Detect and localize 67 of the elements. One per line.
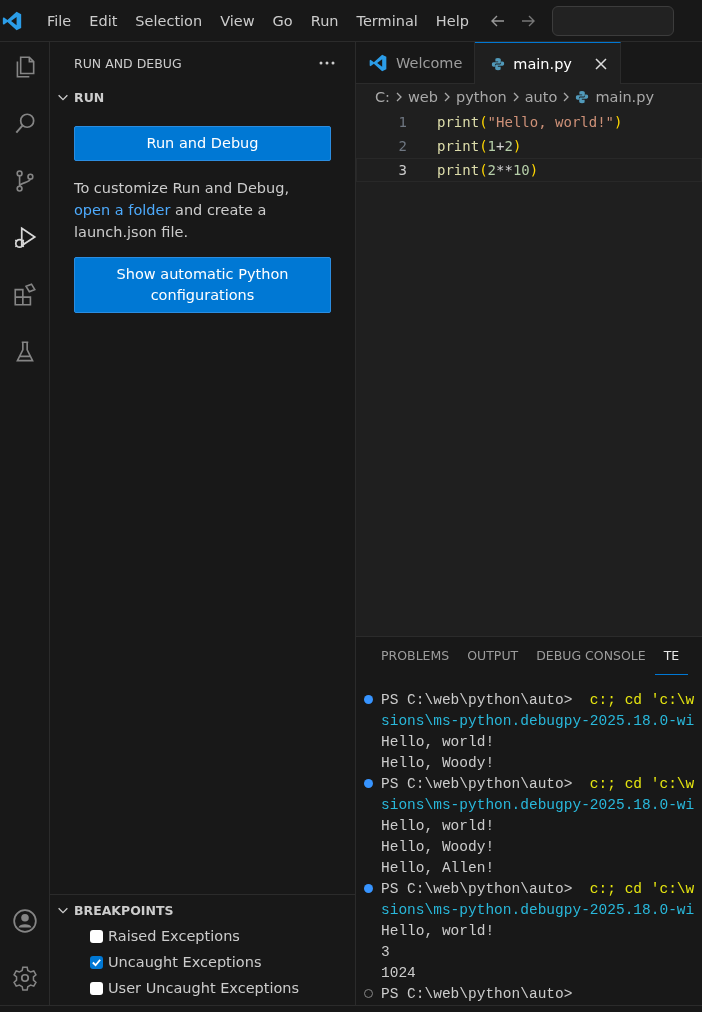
menu-item[interactable]: File <box>38 12 81 29</box>
command-search-field[interactable] <box>551 5 674 36</box>
panel-tab[interactable]: DEBUG CONSOLE <box>527 637 655 675</box>
line-number: 3 <box>397 162 408 178</box>
show-configurations-button[interactable]: Show automatic Python configurations <box>74 257 331 313</box>
close-icon[interactable] <box>593 56 608 71</box>
settings-icon[interactable] <box>11 965 38 991</box>
python-file-icon <box>575 90 590 104</box>
section-title[interactable]: RUN <box>74 89 105 105</box>
breadcrumb[interactable]: python <box>456 89 507 105</box>
terminal-line: Hello, Woody! <box>381 754 495 771</box>
chevron-right-icon <box>442 91 452 103</box>
menu-item[interactable]: Go <box>263 12 302 29</box>
terminal-command: c:; cd 'c:\w <box>588 880 695 897</box>
menu-item[interactable]: Run <box>301 12 348 29</box>
python-file-icon <box>491 56 506 71</box>
panel-title: RUN AND DEBUG <box>74 55 182 71</box>
code-line: print("Hello, world!") <box>437 114 623 130</box>
account-icon[interactable] <box>11 908 38 934</box>
panel-tab[interactable]: TE <box>654 637 689 675</box>
more-icon[interactable] <box>319 61 335 65</box>
app-logo-icon <box>1 9 23 32</box>
checkbox[interactable] <box>90 981 103 995</box>
run-and-debug-button[interactable]: Run and Debug <box>74 126 331 161</box>
line-number: 2 <box>397 138 408 154</box>
panel-tab[interactable]: PROBLEMS <box>372 637 459 675</box>
code-line: print(2**10) <box>437 162 539 178</box>
terminal-line: Hello, Woody! <box>381 838 495 855</box>
hint-text: To customize Run and Debug, open a folder and create a launch.json file. <box>74 179 291 242</box>
checkbox[interactable] <box>90 955 103 969</box>
breadcrumb[interactable]: main.py <box>595 89 654 105</box>
terminal-prompt: PS C:\web\python\auto> <box>381 775 573 792</box>
menu-item[interactable]: View <box>211 12 264 29</box>
blocks-icon[interactable] <box>11 282 38 308</box>
code-line: print(1+2) <box>437 138 522 154</box>
terminal-line: Hello, world! <box>381 922 495 939</box>
terminal-line: Hello, world! <box>381 733 495 750</box>
terminal-line: Hello, Allen! <box>381 859 495 876</box>
terminal-line: sions\ms-python.debugpy-2025.18.0-wi <box>381 796 695 813</box>
menu-item[interactable]: Terminal <box>347 12 427 29</box>
checkbox-label: User Uncaught Exceptions <box>108 980 300 996</box>
menu-item[interactable]: Help <box>426 12 478 29</box>
terminal-command: c:; cd 'c:\w <box>588 775 695 792</box>
menu-item[interactable]: Edit <box>80 12 127 29</box>
checkbox[interactable] <box>90 929 103 943</box>
open-folder-link[interactable]: open a folder <box>74 202 171 218</box>
app-logo-icon <box>368 52 388 73</box>
terminal-line: Hello, world! <box>381 817 495 834</box>
breadcrumb[interactable]: C: <box>375 89 390 105</box>
terminal-prompt: PS C:\web\python\auto> <box>381 880 573 897</box>
panel-tab[interactable]: OUTPUT <box>458 637 528 675</box>
editor-tab[interactable]: main.py <box>475 42 621 84</box>
chevron-right-icon <box>394 91 404 103</box>
terminal-line: 1024 <box>381 964 416 981</box>
terminal-prompt: PS C:\web\python\auto> <box>381 691 573 708</box>
line-number: 1 <box>397 114 408 130</box>
breadcrumb[interactable]: web <box>408 89 438 105</box>
terminal-line: sions\ms-python.debugpy-2025.18.0-wi <box>381 901 695 918</box>
terminal-line: sions\ms-python.debugpy-2025.18.0-wi <box>381 712 695 729</box>
terminal-line: 3 <box>381 943 390 960</box>
terminal-prompt: PS C:\web\python\auto> <box>381 985 573 1002</box>
menu-item[interactable]: Selection <box>126 12 212 29</box>
checkbox-label: Raised Exceptions <box>108 928 240 944</box>
section-title[interactable]: BREAKPOINTS <box>74 902 174 918</box>
checkbox-label: Uncaught Exceptions <box>108 954 262 970</box>
terminal-command: c:; cd 'c:\w <box>588 691 695 708</box>
breadcrumb[interactable]: auto <box>524 89 558 105</box>
